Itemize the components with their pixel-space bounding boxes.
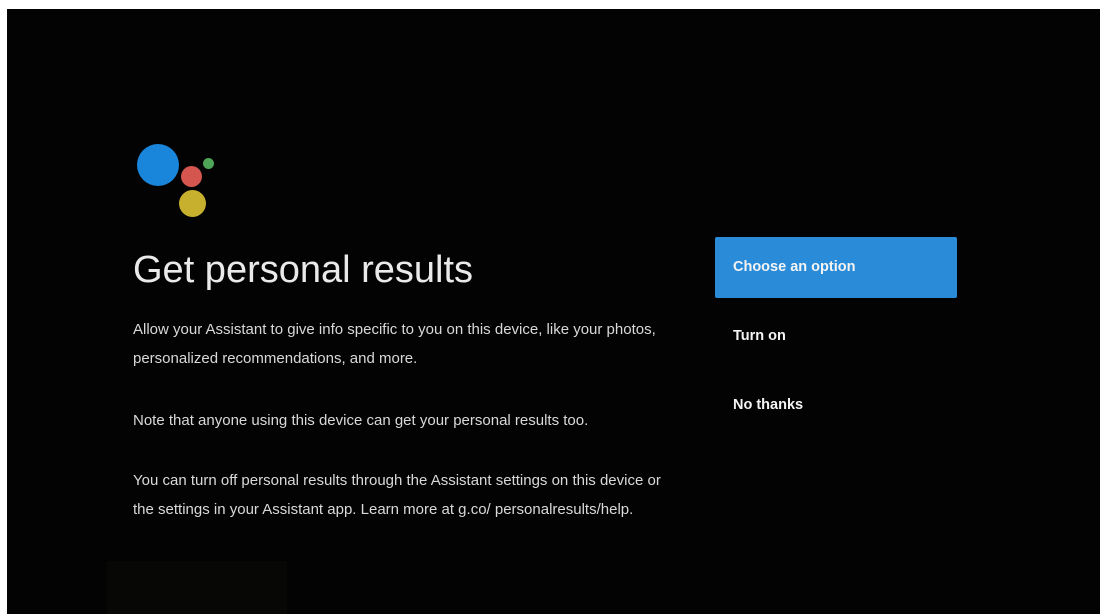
tv-screen: Get personal results Allow your Assistan… — [7, 9, 1100, 614]
choose-option-header[interactable]: Choose an option — [715, 237, 957, 298]
green-dot — [203, 158, 214, 169]
options-menu: Choose an option Turn on No thanks — [715, 237, 957, 444]
no-thanks-option[interactable]: No thanks — [715, 375, 957, 436]
turn-on-option[interactable]: Turn on — [715, 306, 957, 367]
settings-info-paragraph: You can turn off personal results throug… — [133, 472, 661, 518]
blue-dot — [137, 144, 179, 186]
page-title: Get personal results — [133, 249, 474, 291]
note-paragraph: Note that anyone using this device can g… — [133, 412, 589, 429]
screen-shadow — [107, 561, 287, 614]
yellow-dot — [179, 190, 206, 217]
red-dot — [181, 166, 202, 187]
description-paragraph: Allow your Assistant to give info specif… — [133, 321, 656, 367]
google-assistant-icon — [135, 141, 225, 221]
